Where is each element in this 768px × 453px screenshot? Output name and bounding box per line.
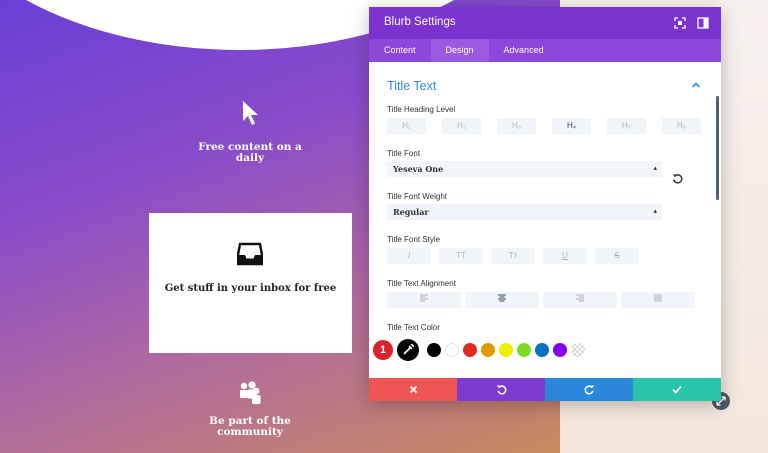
swatch-orange[interactable] — [481, 343, 495, 357]
capitalize-option[interactable]: Tᴛ — [491, 248, 535, 264]
heading-h6-option[interactable]: H₆ — [662, 118, 701, 134]
title-font-weight-select[interactable]: Regular ▴ — [387, 204, 662, 220]
select-arrows-icon: ▴ — [653, 208, 657, 215]
step-badge: 1 — [373, 340, 393, 360]
title-font-style-label: Title Font Style — [387, 235, 441, 244]
community-icon — [240, 381, 261, 404]
feature-card: Get stuff in your inbox for free — [149, 213, 352, 353]
title-font-select[interactable]: Yeseva One ▴ — [387, 161, 662, 177]
uppercase-option[interactable]: TT — [439, 248, 483, 264]
title-font-label: Title Font — [387, 149, 421, 158]
undo-icon — [496, 385, 506, 395]
font-style-options: I TT Tᴛ U S — [387, 248, 647, 264]
modal-title: Blurb Settings — [384, 16, 456, 28]
italic-option[interactable]: I — [387, 248, 431, 264]
heading-level-label: Title Heading Level — [387, 105, 456, 114]
heading-h2-option[interactable]: H₂ — [442, 118, 481, 134]
align-justify-icon — [654, 294, 662, 302]
title-font-weight-label: Title Font Weight — [387, 192, 448, 201]
eyedropper-icon — [403, 344, 414, 355]
underline-option[interactable]: U — [543, 248, 587, 264]
select-arrows-icon: ▴ — [653, 165, 657, 172]
cursor-icon — [243, 101, 258, 125]
feature-free-content: Free content on a daily — [190, 100, 310, 164]
alignment-options — [387, 292, 699, 308]
title-font-value: Yeseva One — [393, 164, 444, 174]
swatch-white[interactable] — [445, 343, 459, 357]
swatch-transparent[interactable] — [571, 343, 585, 357]
modal-tabs: Content Design Advanced — [369, 39, 721, 62]
feature-label: Free content on a daily — [198, 141, 302, 164]
cancel-button[interactable] — [369, 378, 457, 401]
check-icon — [672, 385, 682, 394]
feature-community: Be part of the community — [190, 380, 310, 438]
reset-icon[interactable] — [672, 173, 683, 184]
swatch-green[interactable] — [517, 343, 531, 357]
align-justify-option[interactable] — [621, 292, 695, 308]
undo-button[interactable] — [457, 378, 545, 401]
swatch-black[interactable] — [427, 343, 441, 357]
settings-body: Title Text Title Heading Level H₁ H₂ H₃ … — [369, 62, 721, 378]
align-left-option[interactable] — [387, 292, 461, 308]
swatch-purple[interactable] — [553, 343, 567, 357]
title-text-alignment-label: Title Text Alignment — [387, 279, 456, 288]
sidebar-toggle-icon[interactable] — [697, 17, 709, 29]
heading-h1-option[interactable]: H₁ — [387, 118, 426, 134]
title-text-color-label: Title Text Color — [387, 323, 440, 332]
section-title[interactable]: Title Text — [387, 79, 436, 93]
inbox-icon — [237, 242, 263, 266]
fullscreen-icon[interactable] — [674, 17, 686, 29]
redo-button[interactable] — [545, 378, 633, 401]
feature-label: Be part of the community — [209, 415, 291, 438]
heading-h4-option[interactable]: H₄ — [552, 118, 591, 134]
strikethrough-option[interactable]: S — [595, 248, 639, 264]
redo-icon — [584, 385, 594, 395]
modal-header: Blurb Settings — [369, 7, 721, 39]
align-left-icon — [420, 294, 428, 302]
close-icon — [409, 385, 417, 394]
align-center-icon — [498, 294, 506, 302]
swatch-blue[interactable] — [535, 343, 549, 357]
heading-h5-option[interactable]: H₅ — [607, 118, 646, 134]
tab-design[interactable]: Design — [430, 39, 489, 62]
tab-content[interactable]: Content — [369, 39, 431, 62]
scrollbar[interactable] — [716, 96, 719, 200]
heading-level-options: H₁ H₂ H₃ H₄ H₅ H₆ — [387, 118, 717, 134]
swatch-red[interactable] — [463, 343, 477, 357]
color-swatches: 1 — [373, 339, 587, 363]
align-right-option[interactable] — [543, 292, 617, 308]
chevron-up-icon[interactable] — [691, 81, 701, 89]
tab-advanced[interactable]: Advanced — [489, 39, 559, 62]
save-button[interactable] — [633, 378, 721, 401]
blurb-settings-modal: Blurb Settings Content Design Advanced T… — [369, 7, 721, 401]
heading-h3-option[interactable]: H₃ — [497, 118, 536, 134]
color-picker-button[interactable] — [397, 339, 419, 361]
swatch-yellow[interactable] — [499, 343, 513, 357]
feature-label: Get stuff in your inbox for free — [164, 283, 337, 294]
modal-footer — [369, 378, 721, 401]
align-center-option[interactable] — [465, 292, 539, 308]
title-font-weight-value: Regular — [393, 207, 429, 217]
align-right-icon — [576, 294, 584, 302]
